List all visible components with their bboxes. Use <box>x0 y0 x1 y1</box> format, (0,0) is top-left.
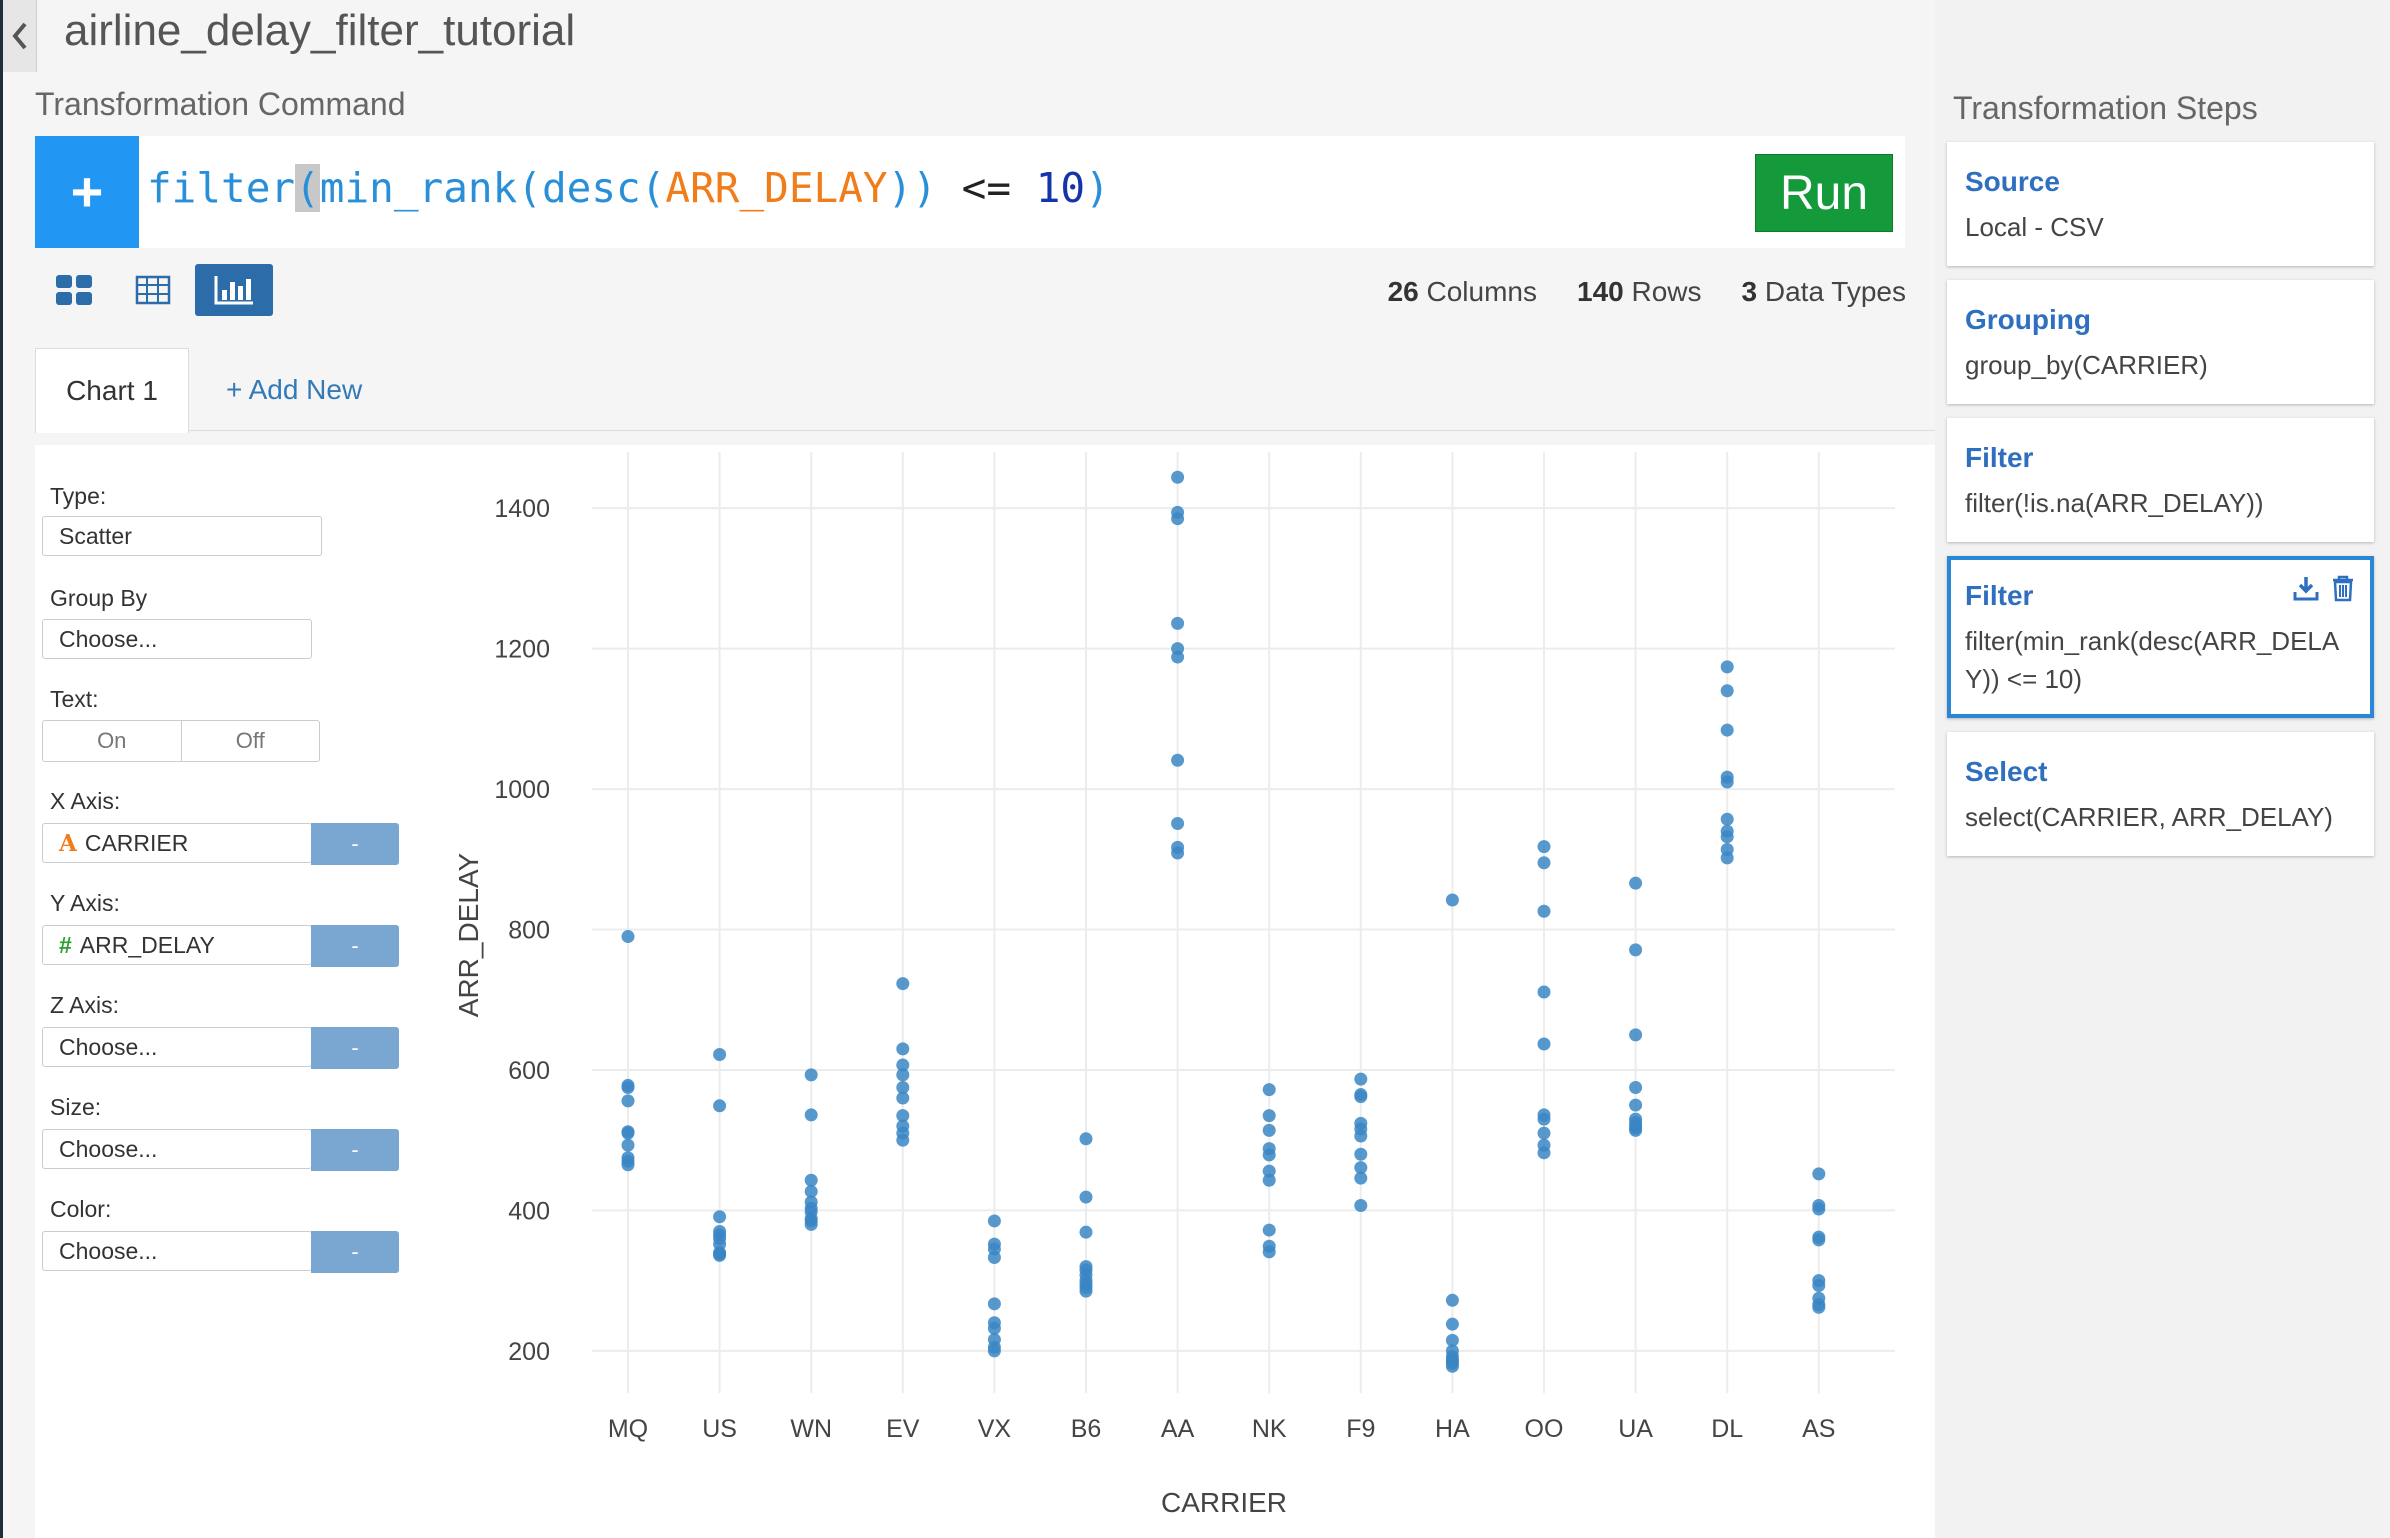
y-axis-value: ARR_DELAY <box>79 931 215 958</box>
add-step-button[interactable]: + <box>35 136 139 248</box>
step-name: Select <box>1965 756 2048 787</box>
steps-title: Transformation Steps <box>1953 90 2258 126</box>
columns-stat: 26 Columns <box>1387 276 1537 307</box>
types-stat: 3 Data Types <box>1741 276 1906 307</box>
cmd-token: ) <box>1085 164 1110 212</box>
text-label: Text: <box>50 686 99 712</box>
bar-chart-icon <box>214 276 253 305</box>
cmd-token: ( <box>517 164 542 212</box>
window-edge <box>0 0 3 1538</box>
chart-type-select[interactable]: Scatter <box>42 516 322 556</box>
back-button[interactable] <box>3 0 37 72</box>
cmd-token: <= <box>936 164 1036 212</box>
cmd-token: filter <box>147 164 296 212</box>
text-toggle: On Off <box>42 720 320 762</box>
color-label: Color: <box>50 1196 112 1222</box>
command-section-label: Transformation Command <box>35 86 406 122</box>
data-stats: 26 Columns 140 Rows 3 Data Types <box>1388 276 1906 308</box>
character-type-icon: A <box>59 829 77 857</box>
size-select[interactable]: Choose... <box>42 1129 312 1169</box>
add-chart-tab[interactable]: + Add New <box>226 374 362 406</box>
grid-view-icon <box>56 275 92 305</box>
y-axis-remove-button[interactable]: - <box>311 925 399 967</box>
cmd-token: ( <box>295 164 320 212</box>
y-axis-select[interactable]: # ARR_DELAY <box>42 925 312 965</box>
tab-chart-1[interactable]: Chart 1 <box>35 348 189 433</box>
table-view-button[interactable] <box>125 264 181 316</box>
cmd-token: ( <box>640 164 666 212</box>
group-by-select[interactable]: Choose... <box>42 619 312 659</box>
summary-view-button[interactable] <box>46 264 102 316</box>
x-axis-label: X Axis: <box>50 788 121 814</box>
numeric-type-icon: # <box>59 931 72 958</box>
color-select[interactable]: Choose... <box>42 1231 312 1271</box>
chart-panel <box>35 445 1935 1538</box>
x-axis-select[interactable]: A CARRIER <box>42 823 312 863</box>
step-name: Source <box>1965 166 2060 197</box>
step-command: group_by(CARRIER) <box>1965 350 2208 380</box>
z-axis-select[interactable]: Choose... <box>42 1027 312 1067</box>
x-axis-remove-button[interactable]: - <box>311 823 399 865</box>
plus-icon: + <box>70 160 104 223</box>
size-label: Size: <box>50 1094 102 1120</box>
chevron-left-icon <box>11 22 27 50</box>
text-off-button[interactable]: Off <box>182 721 320 761</box>
cmd-token: ARR_DELAY <box>665 164 888 212</box>
tabs-divider <box>35 430 1935 431</box>
z-axis-remove-button[interactable]: - <box>311 1027 399 1069</box>
cmd-token: 10 <box>1035 164 1086 212</box>
group-by-label: Group By <box>50 585 148 611</box>
run-button[interactable]: Run <box>1755 154 1893 232</box>
page-title: airline_delay_filter_tutorial <box>64 6 576 55</box>
rows-stat: 140 Rows <box>1577 276 1702 307</box>
color-remove-button[interactable]: - <box>311 1231 399 1273</box>
cmd-token: ) <box>912 164 937 212</box>
command-bar: + filter(min_rank(desc(ARR_DELAY)) <= 10… <box>35 136 1905 248</box>
step-command: filter(min_rank(desc(ARR_DELA Y)) <= 10) <box>1965 626 2338 694</box>
step-command: filter(!is.na(ARR_DELAY)) <box>1965 488 2264 518</box>
step-card-select[interactable]: Select select(CARRIER, ARR_DELAY) <box>1947 732 2374 856</box>
download-icon[interactable] <box>2292 574 2320 602</box>
command-input[interactable]: filter(min_rank(desc(ARR_DELAY)) <= 10) <box>147 164 1110 212</box>
chart-view-button[interactable] <box>195 264 273 316</box>
x-axis-value: CARRIER <box>84 829 189 856</box>
cmd-token: desc <box>541 164 641 212</box>
step-name: Grouping <box>1965 304 2091 335</box>
size-remove-button[interactable]: - <box>311 1129 399 1171</box>
type-label: Type: <box>50 483 107 509</box>
step-command: select(CARRIER, ARR_DELAY) <box>1965 802 2333 832</box>
step-card-filter-selected[interactable]: Filter filter(min_rank(desc(ARR_DELA Y))… <box>1947 556 2374 718</box>
text-on-button[interactable]: On <box>43 721 182 761</box>
step-card-filter[interactable]: Filter filter(!is.na(ARR_DELAY)) <box>1947 418 2374 542</box>
step-name: Filter <box>1965 442 2034 473</box>
y-axis-label: Y Axis: <box>50 890 120 916</box>
trash-icon[interactable] <box>2330 574 2356 602</box>
cmd-token: ) <box>887 164 913 212</box>
z-axis-label: Z Axis: <box>50 992 120 1018</box>
cmd-token: min_rank <box>319 164 518 212</box>
step-card-source[interactable]: Source Local - CSV <box>1947 142 2374 266</box>
step-card-grouping[interactable]: Grouping group_by(CARRIER) <box>1947 280 2374 404</box>
step-command: Local - CSV <box>1965 212 2104 242</box>
table-icon <box>135 275 171 305</box>
